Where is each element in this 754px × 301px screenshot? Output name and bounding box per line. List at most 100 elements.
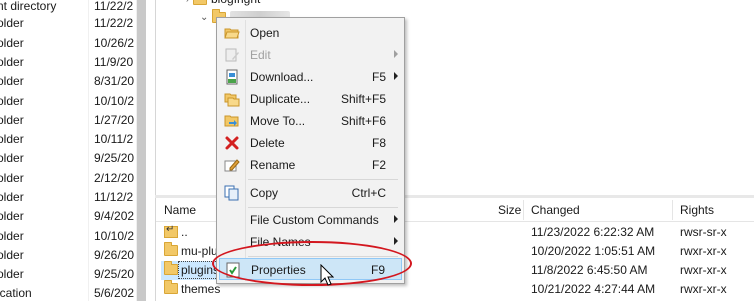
chevron-right-icon[interactable]: › [186, 0, 189, 4]
menu-item-label: Move To... [250, 114, 306, 128]
submenu-arrow-icon [394, 72, 398, 80]
type-cell: older [0, 73, 24, 88]
folder-icon [164, 242, 178, 256]
column-header-size[interactable]: Size [498, 203, 521, 217]
menu-separator [248, 256, 398, 257]
date-cell: 10/10/2 [94, 93, 134, 108]
chevron-down-icon[interactable]: ⌄ [200, 12, 208, 23]
parent-folder-icon: ↵ [164, 224, 178, 238]
menu-item-label: File Names [250, 235, 311, 249]
date-cell: 5/6/202 [94, 285, 134, 300]
file-changed: 11/8/2022 6:45:50 AM [531, 263, 648, 277]
file-changed: 10/20/2022 1:05:51 AM [531, 244, 656, 258]
menu-item-file-custom-commands[interactable]: File Custom Commands [219, 209, 402, 231]
menu-item-delete[interactable]: Delete F8 [219, 132, 402, 154]
type-cell: older [0, 150, 24, 165]
date-cell: 11/12/2 [94, 189, 134, 204]
file-name: .. [181, 225, 188, 239]
copy-icon [224, 185, 239, 201]
open-folder-icon [224, 28, 240, 39]
date-cell: 8/31/20 [94, 73, 134, 88]
menu-item-label: Delete [250, 136, 285, 150]
type-cell: older [0, 93, 24, 108]
menu-item-copy[interactable]: Copy Ctrl+C [219, 182, 402, 204]
menu-item-label: Download... [250, 70, 314, 84]
menu-item-shortcut: Shift+F5 [340, 92, 386, 106]
menu-item-download[interactable]: Download... F5 [219, 66, 402, 88]
menu-item-move-to[interactable]: Move To... Shift+F6 [219, 110, 402, 132]
menu-item-file-names[interactable]: File Names [219, 231, 402, 253]
type-cell: older [0, 131, 24, 146]
file-rights: rwxr-xr-x [680, 244, 727, 258]
submenu-arrow-icon [394, 50, 398, 58]
move-icon [224, 115, 239, 127]
date-cell: 10/10/2 [94, 228, 134, 243]
mouse-pointer-icon [320, 264, 334, 286]
menu-item-label: Edit [250, 48, 271, 62]
date-cell: 11/22/2 [94, 15, 134, 30]
menu-item-shortcut: F8 [371, 136, 386, 150]
type-cell: older [0, 266, 24, 281]
menu-item-rename[interactable]: Rename F2 [219, 154, 402, 176]
date-cell: 9/4/202 [94, 208, 134, 223]
list-item[interactable]: ication 5/6/202 [0, 281, 146, 301]
menu-item-shortcut: F2 [371, 158, 386, 172]
column-divider[interactable] [523, 200, 524, 220]
local-file-list[interactable]: nt directory 11/22/2 older 11/22/2 older 10… [0, 0, 146, 301]
type-cell: ication [0, 285, 32, 300]
type-cell: older [0, 112, 24, 127]
context-menu: Open Edit Download... F5 Duplicate... Sh… [216, 17, 405, 284]
type-cell: older [0, 170, 24, 185]
menu-item-properties[interactable]: Properties F9 [219, 258, 402, 280]
file-name: plugins [177, 261, 223, 279]
menu-item-duplicate[interactable]: Duplicate... Shift+F5 [219, 88, 402, 110]
file-name: mu-plu [181, 244, 218, 258]
file-rights: rwsr-sr-x [680, 225, 727, 239]
menu-item-open[interactable]: Open [219, 22, 402, 44]
type-cell: older [0, 228, 24, 243]
date-cell: 11/9/20 [94, 54, 134, 69]
menu-item-shortcut: F5 [371, 70, 386, 84]
type-cell: older [0, 189, 24, 204]
menu-separator [248, 179, 398, 180]
menu-item-label: Copy [250, 186, 279, 200]
menu-item-label: Rename [250, 158, 296, 172]
menu-item-shortcut: Shift+F6 [340, 114, 386, 128]
menu-item-edit[interactable]: Edit [219, 44, 402, 66]
edit-icon [225, 48, 239, 62]
date-cell: 1/27/20 [94, 112, 134, 127]
type-cell: older [0, 247, 24, 262]
properties-icon [226, 262, 240, 278]
column-divider[interactable] [672, 200, 673, 220]
column-header-name[interactable]: Name [164, 203, 196, 217]
menu-separator [248, 207, 398, 208]
submenu-arrow-icon [394, 215, 398, 223]
date-cell: 10/26/2 [94, 35, 134, 50]
submenu-arrow-icon [394, 237, 398, 245]
type-cell: older [0, 208, 24, 223]
date-cell: 9/25/20 [94, 266, 134, 281]
file-changed: 11/23/2022 6:22:32 AM [531, 225, 655, 239]
type-cell: older [0, 54, 24, 69]
delete-x-icon [225, 136, 239, 150]
file-changed: 10/21/2022 4:27:44 AM [531, 282, 656, 296]
file-rights: rwxr-xr-x [680, 263, 727, 277]
tree-node-label: blogfright [211, 0, 260, 6]
type-cell: older [0, 35, 24, 50]
scrollbar-thumb[interactable] [137, 0, 146, 301]
date-cell: 9/26/20 [94, 247, 134, 262]
column-header-changed[interactable]: Changed [531, 203, 580, 217]
file-rights: rwxr-xr-x [680, 282, 727, 296]
tree-node-parent[interactable]: › blogfright [186, 0, 260, 6]
column-header-rights[interactable]: Rights [680, 203, 714, 217]
duplicate-icon [224, 93, 240, 107]
date-cell: 10/11/2 [94, 131, 134, 146]
date-cell: 9/25/20 [94, 150, 134, 165]
menu-item-label: Open [250, 26, 280, 40]
rename-icon [224, 159, 240, 172]
menu-item-label: Properties [251, 263, 306, 277]
menu-item-shortcut: F9 [370, 263, 385, 277]
menu-item-label: Duplicate... [250, 92, 311, 106]
download-icon [226, 69, 238, 85]
type-cell: older [0, 15, 24, 30]
